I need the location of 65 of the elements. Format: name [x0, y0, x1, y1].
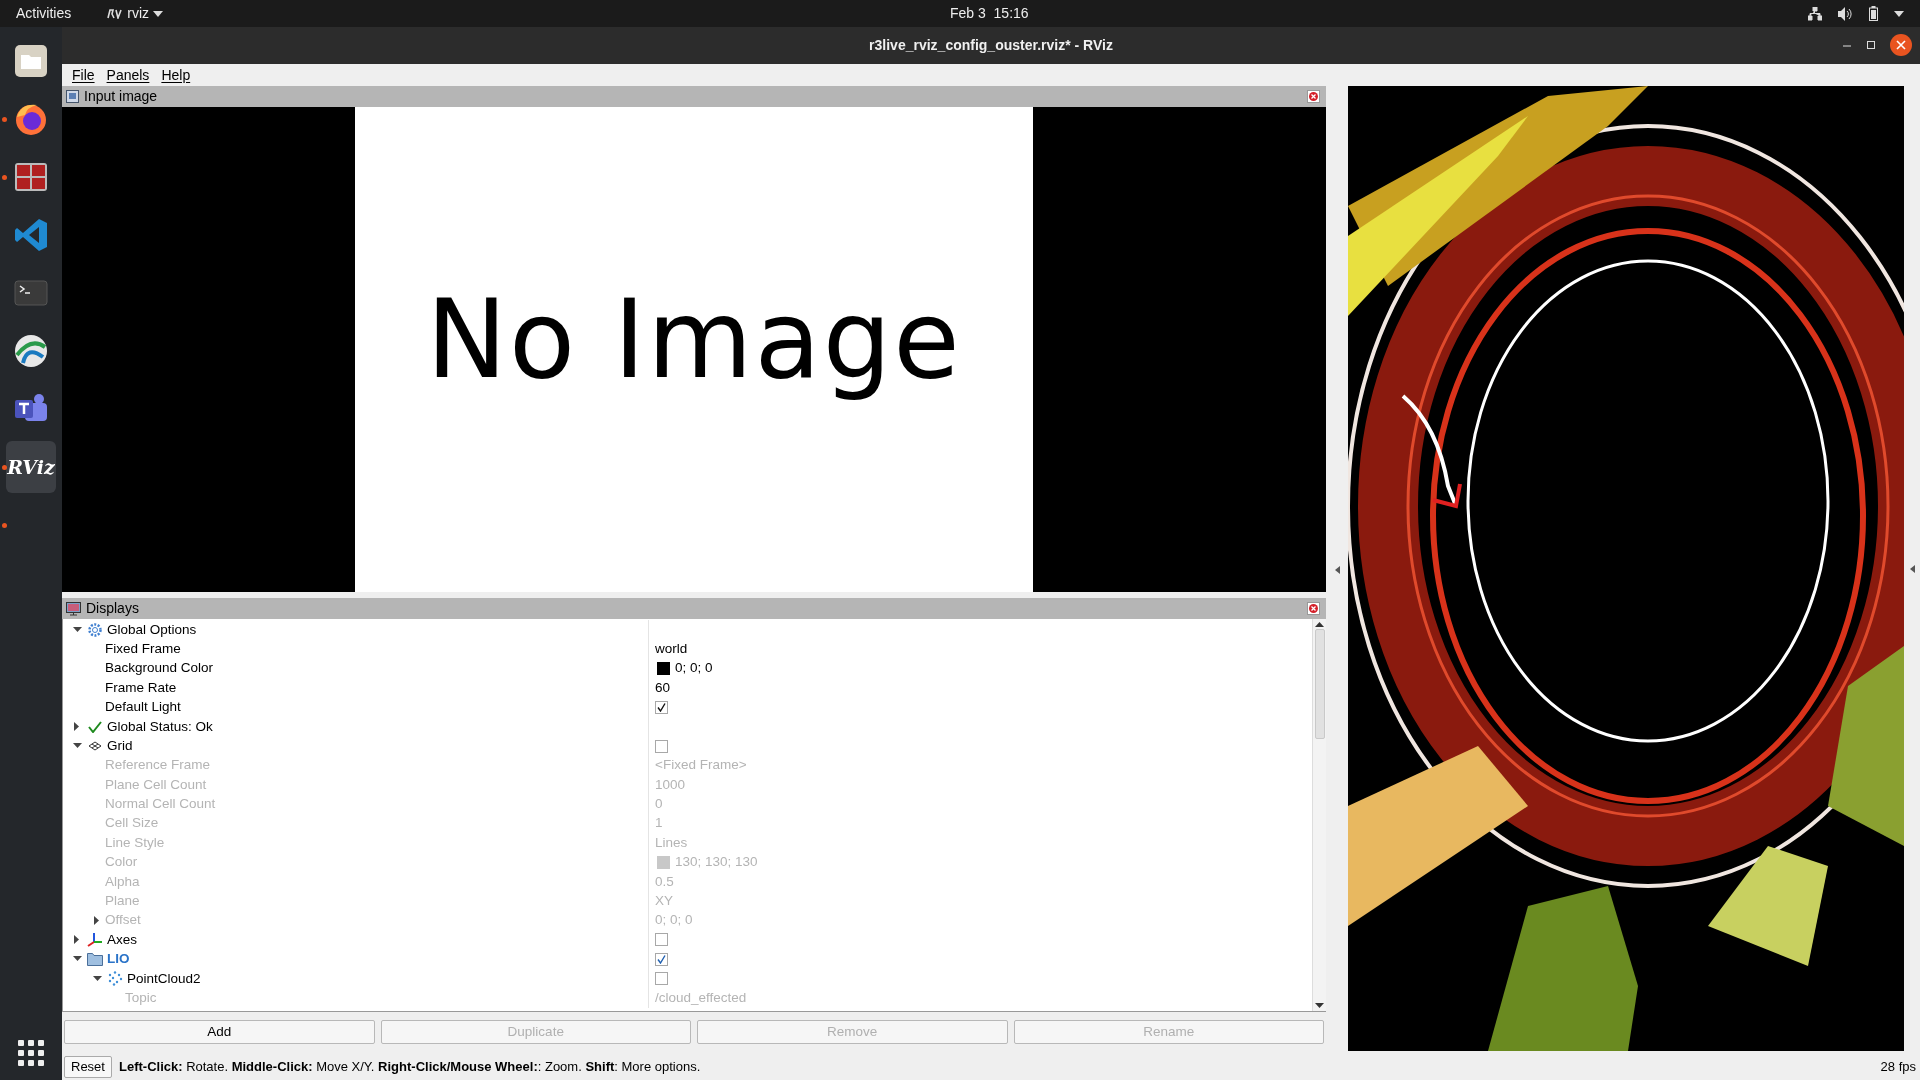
splitter-arrow-icon[interactable]: [1334, 566, 1340, 574]
app-icon: [107, 8, 124, 19]
scroll-thumb[interactable]: [1314, 629, 1325, 739]
checkbox[interactable]: [655, 952, 668, 966]
tree-item-label[interactable]: Frame Rate: [105, 677, 177, 698]
folder-icon: [87, 952, 103, 967]
tree-item-label[interactable]: Background Color: [105, 658, 214, 679]
close-icon[interactable]: [1890, 34, 1912, 56]
axes-icon: [87, 931, 103, 948]
tree-item-label[interactable]: Axes: [107, 929, 137, 951]
window-title: r3live_rviz_config_ouster.rviz* - RViz: [869, 36, 1113, 55]
collapse-arrow-icon[interactable]: [72, 626, 82, 633]
network-icon[interactable]: [1808, 6, 1822, 21]
globe-icon[interactable]: [13, 333, 49, 369]
collapse-arrow-icon[interactable]: [72, 743, 82, 750]
app-grid-icon[interactable]: [18, 1040, 44, 1066]
folder-icon[interactable]: [13, 43, 49, 79]
checkbox[interactable]: [655, 933, 668, 947]
volume-icon[interactable]: [1838, 6, 1853, 21]
fps-counter: 28 fps: [1880, 1058, 1916, 1077]
collapse-arrow-icon[interactable]: [72, 956, 82, 963]
code-editor-icon[interactable]: [13, 217, 49, 253]
point-cloud-icon: [107, 971, 123, 987]
image-icon: [66, 90, 79, 103]
reset-button[interactable]: Reset: [64, 1056, 112, 1078]
expand-arrow-icon[interactable]: [74, 935, 80, 945]
menu-item[interactable]: Panels: [106, 64, 150, 86]
no-image-text: No Image: [426, 275, 962, 404]
panel-title: Displays: [86, 599, 139, 618]
splitter-arrow-icon[interactable]: [1909, 564, 1915, 573]
monitor-icon: [66, 601, 81, 616]
panel-button[interactable]: Add: [64, 1020, 375, 1044]
maximize-icon[interactable]: [1866, 40, 1876, 50]
menu-item[interactable]: Help: [161, 64, 191, 86]
tree-item-label[interactable]: LIO: [107, 949, 130, 970]
battery-icon[interactable]: [1869, 6, 1878, 21]
tree-item-label[interactable]: Fixed Frame: [105, 638, 181, 660]
scroll-up-icon[interactable]: [1315, 619, 1324, 629]
scroll-bar[interactable]: [1312, 619, 1326, 1011]
app-menu[interactable]: rviz: [107, 3, 163, 24]
scroll-down-icon[interactable]: [1315, 1001, 1324, 1011]
grid-icon: [88, 741, 102, 752]
caret-icon: [153, 10, 163, 17]
caret-icon[interactable]: [1894, 10, 1904, 17]
checkbox[interactable]: [655, 700, 668, 714]
checkbox[interactable]: [655, 739, 668, 753]
collapse-arrow-icon[interactable]: [92, 975, 102, 982]
panel-title: Input image: [84, 87, 158, 106]
expand-arrow-icon[interactable]: [74, 722, 80, 732]
checkmark-icon: [88, 720, 102, 733]
tree-item-label[interactable]: Global Options: [107, 619, 197, 640]
rviz-logo[interactable]: RViz: [7, 452, 55, 482]
property-value[interactable]: 0; 0; 0: [675, 658, 713, 679]
tree-item-label[interactable]: Grid: [107, 735, 133, 757]
activities-button[interactable]: Activities: [12, 3, 76, 24]
tree-item-label[interactable]: PointCloud2: [127, 968, 201, 989]
tree-item-label[interactable]: Default Light: [105, 697, 181, 718]
status-hint: Left-Click: Rotate. Middle-Click: Move X/Y. Right-Click/Mouse Wheel:: Zoom. Shift: More options.: [118, 1058, 701, 1077]
checkbox[interactable]: [655, 972, 668, 986]
tree-item-label[interactable]: Global Status: Ok: [107, 716, 213, 737]
property-value[interactable]: world: [655, 638, 688, 660]
clock[interactable]: Feb 3 15:16: [950, 3, 1029, 24]
gear-icon: [88, 622, 102, 637]
menu-item[interactable]: File: [72, 64, 95, 86]
property-value[interactable]: 60: [655, 677, 671, 698]
